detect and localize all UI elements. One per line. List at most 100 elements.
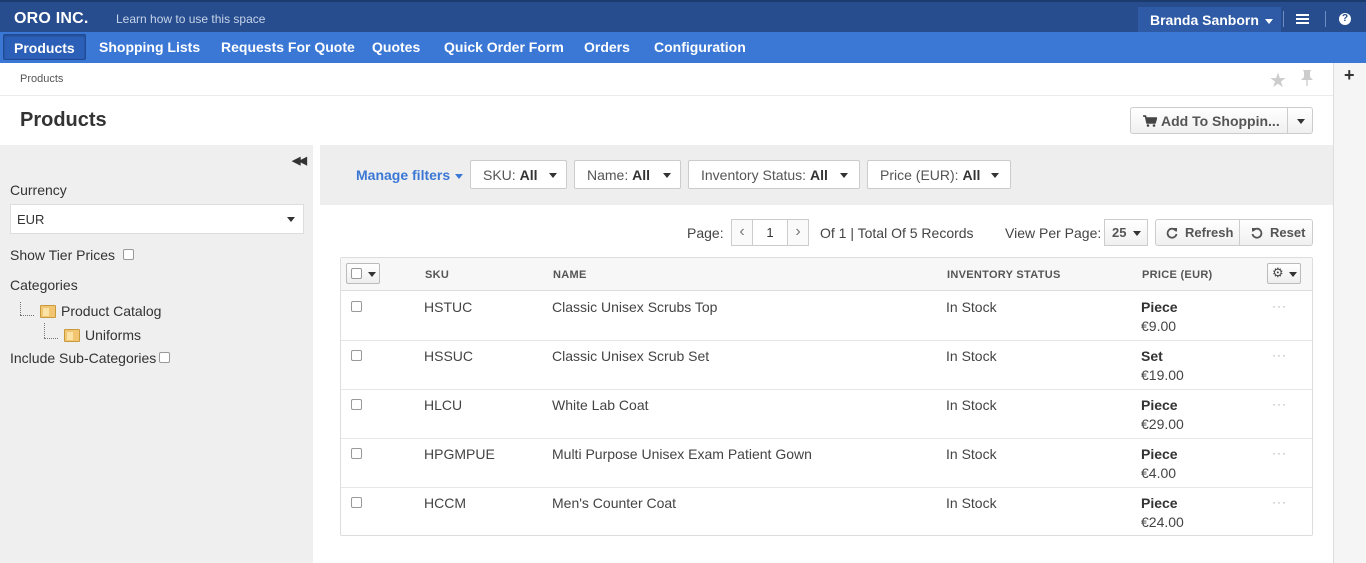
table-row[interactable]: HPGMPUE Multi Purpose Unisex Exam Patien… [341,439,1312,488]
nav-quick-order-form[interactable]: Quick Order Form [444,39,564,55]
column-inventory-status[interactable]: INVENTORY STATUS [947,269,1061,281]
nav-quotes[interactable]: Quotes [372,39,420,55]
nav-requests-for-quote[interactable]: Requests For Quote [221,39,355,55]
chevron-down-icon [549,173,557,178]
page-input[interactable]: 1 [752,219,788,246]
column-name[interactable]: NAME [553,269,587,281]
row-price: €9.00 [1141,318,1177,334]
add-to-shopping-label: Add To Shoppin... [1161,113,1280,129]
row-sku: HPGMPUE [424,446,495,462]
user-menu-button[interactable]: Branda Sanborn [1138,7,1281,34]
per-page-select[interactable]: 25 [1104,219,1148,246]
sidebar-edge [313,145,320,563]
grid-header: SKU NAME INVENTORY STATUS PRICE (EUR) ⚙ [341,258,1312,291]
pin-icon[interactable] [1300,69,1314,87]
row-checkbox[interactable] [351,497,362,508]
right-rail: + [1333,63,1366,563]
currency-value: EUR [17,212,45,227]
nav-configuration[interactable]: Configuration [654,39,746,55]
filter-price[interactable]: Price (EUR): All [867,160,1011,189]
collapse-icon[interactable]: ◀◀ [292,154,307,167]
column-sku[interactable]: SKU [425,269,449,281]
row-actions-icon[interactable]: ··· [1272,446,1287,460]
chevron-down-icon [287,217,295,222]
select-all-dropdown[interactable] [346,263,380,284]
cart-icon [1143,115,1157,127]
categories-label: Categories [10,277,78,293]
filter-bar: Manage filters SKU: All Name: All Invent… [320,145,1333,205]
row-name: Men's Counter Coat [552,495,677,511]
include-sub-categories-checkbox[interactable] [159,352,170,363]
tree-line [20,315,34,316]
tagline-link[interactable]: Learn how to use this space [116,12,265,26]
chevron-down-icon [368,272,376,277]
currency-select[interactable]: EUR [10,204,304,234]
row-checkbox[interactable] [351,301,362,312]
hamburger-icon[interactable] [1296,14,1309,25]
row-checkbox[interactable] [351,399,362,410]
show-tier-prices-checkbox[interactable] [123,249,134,260]
nav-products[interactable]: Products [3,34,86,60]
tree-item-uniforms[interactable]: Uniforms [85,327,141,343]
manage-filters-label: Manage filters [356,167,451,183]
include-sub-categories-label: Include Sub-Categories [10,350,157,366]
tree-item-product-catalog[interactable]: Product Catalog [61,303,161,319]
add-to-shopping-list-button[interactable]: Add To Shoppin... [1130,107,1288,134]
nav-shopping-lists[interactable]: Shopping Lists [99,39,200,55]
refresh-icon [1166,227,1178,239]
row-price: €19.00 [1141,367,1184,383]
show-tier-prices-label: Show Tier Prices [10,247,116,263]
row-checkbox[interactable] [351,448,362,459]
row-unit: Piece [1141,495,1178,511]
tree-line [20,302,21,315]
sidebar-filters: ◀◀ Currency EUR Show Tier Prices Categor… [0,145,313,563]
select-all-checkbox[interactable] [351,268,362,279]
tree-line [44,338,58,339]
chevron-right-icon[interactable]: › [787,219,809,246]
row-actions-icon[interactable]: ··· [1272,397,1287,411]
filter-value: All [809,167,828,183]
table-row[interactable]: HSSUC Classic Unisex Scrub Set In Stock … [341,341,1312,390]
table-row[interactable]: HCCM Men's Counter Coat In Stock Piece €… [341,488,1312,537]
folder-icon [64,329,80,342]
grid-settings-button[interactable]: ⚙ [1267,263,1301,284]
nav-orders[interactable]: Orders [584,39,630,55]
chevron-down-icon [455,173,464,179]
divider [0,95,1333,96]
question-icon[interactable]: ? [1339,13,1351,25]
divider [1283,11,1284,27]
add-to-shopping-dropdown[interactable] [1287,107,1313,134]
row-price: €29.00 [1141,416,1184,432]
refresh-button[interactable]: Refresh [1155,219,1240,246]
main-nav: Products Shopping Lists Requests For Quo… [0,32,1366,63]
page-title: Products [20,109,107,131]
chevron-down-icon [1289,272,1297,277]
row-checkbox[interactable] [351,350,362,361]
manage-filters-button[interactable]: Manage filters [356,167,464,183]
chevron-left-icon[interactable]: ‹ [731,219,753,246]
logo[interactable]: ORO INC. [14,10,89,28]
row-actions-icon[interactable]: ··· [1272,495,1287,509]
row-name: Multi Purpose Unisex Exam Patient Gown [552,446,812,462]
plus-icon[interactable]: + [1344,65,1355,86]
reset-button[interactable]: Reset [1239,219,1313,246]
chevron-down-icon [840,173,848,178]
filter-label: Inventory Status: [701,167,807,183]
column-price[interactable]: PRICE (EUR) [1142,269,1213,281]
filter-sku[interactable]: SKU: All [470,160,567,189]
filter-name[interactable]: Name: All [574,160,681,189]
breadcrumb[interactable]: Products [20,73,63,85]
per-page-value: 25 [1112,225,1127,240]
products-grid: SKU NAME INVENTORY STATUS PRICE (EUR) ⚙ … [340,257,1313,536]
currency-label: Currency [10,182,67,198]
table-row[interactable]: HLCU White Lab Coat In Stock Piece €29.0… [341,390,1312,439]
row-sku: HSTUC [424,299,473,315]
refresh-label: Refresh [1185,225,1234,240]
star-icon[interactable]: ★ [1269,68,1287,93]
table-row[interactable]: HSTUC Classic Unisex Scrubs Top In Stock… [341,292,1312,341]
row-status: In Stock [946,495,997,511]
row-status: In Stock [946,397,997,413]
row-actions-icon[interactable]: ··· [1272,299,1287,313]
row-actions-icon[interactable]: ··· [1272,348,1287,362]
filter-inventory-status[interactable]: Inventory Status: All [688,160,860,189]
